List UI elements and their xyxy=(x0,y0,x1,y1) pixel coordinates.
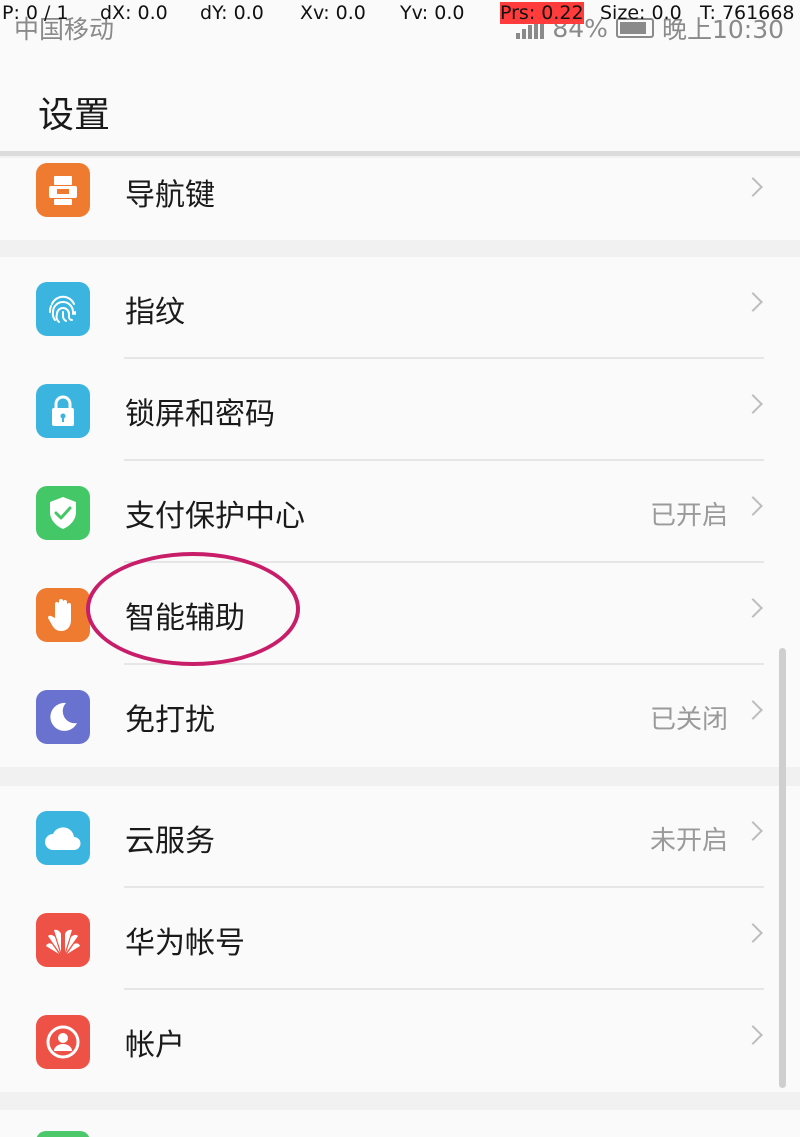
status-text: 已关闭 xyxy=(649,705,728,735)
settings-header: 设置 xyxy=(0,48,800,156)
settings-group-security: 指纹 锁屏和密码 支付保护中心 已开启 智能辅助 免打扰 已关闭 xyxy=(0,257,800,767)
account-icon xyxy=(36,1015,90,1069)
debug-size: Size: 0.0 xyxy=(600,2,682,24)
settings-item-do-not-disturb[interactable]: 免打扰 已关闭 xyxy=(0,665,800,767)
settings-item-label: 锁屏和密码 xyxy=(125,397,275,432)
chevron-right-icon xyxy=(743,923,763,943)
page-title: 设置 xyxy=(38,95,111,136)
status-text: 未开启 xyxy=(649,826,728,856)
settings-item-label: 免打扰 xyxy=(125,703,215,738)
settings-item-smart-assistance[interactable]: 智能辅助 xyxy=(0,563,800,665)
settings-item-label: 指纹 xyxy=(125,295,185,330)
huawei-logo-icon xyxy=(36,913,90,967)
settings-group-accounts: 云服务 未开启 华为帐号 帐户 xyxy=(0,786,800,1092)
hand-icon xyxy=(36,588,90,642)
settings-group-next xyxy=(0,1110,800,1137)
settings-item-label: 导航键 xyxy=(125,178,215,213)
settings-item-label: 帐户 xyxy=(125,1028,185,1063)
settings-item-navigation-key[interactable]: 导航键 xyxy=(0,158,800,240)
shield-check-icon xyxy=(36,486,90,540)
debug-yv: Yv: 0.0 xyxy=(400,2,465,24)
debug-time: T: 761668 xyxy=(700,2,795,24)
settings-item-payment-protection[interactable]: 支付保护中心 已开启 xyxy=(0,461,800,563)
scrollbar[interactable] xyxy=(779,648,786,1088)
status-text: 已开启 xyxy=(649,501,728,531)
debug-dx: dX: 0.0 xyxy=(100,2,168,24)
settings-group-system: 导航键 xyxy=(0,158,800,240)
debug-dy: dY: 0.0 xyxy=(200,2,264,24)
settings-item-huawei-id[interactable]: 华为帐号 xyxy=(0,888,800,990)
debug-pressure: Prs: 0.22 xyxy=(500,2,584,24)
pointer-debug-overlay: P: 0 / 1 dX: 0.0 dY: 0.0 Xv: 0.0 Yv: 0.0… xyxy=(0,0,800,30)
settings-item-cloud-service[interactable]: 云服务 未开启 xyxy=(0,786,800,888)
chevron-right-icon xyxy=(743,177,763,197)
settings-item-label: 云服务 xyxy=(125,824,215,859)
settings-item-label: 华为帐号 xyxy=(125,926,245,961)
settings-item-accounts[interactable]: 帐户 xyxy=(0,990,800,1092)
debug-pointer-count: P: 0 / 1 xyxy=(2,2,69,24)
chevron-right-icon xyxy=(743,700,763,720)
settings-item-label: 智能辅助 xyxy=(125,601,245,636)
chevron-right-icon xyxy=(743,394,763,414)
lock-icon xyxy=(36,384,90,438)
settings-item-label: 支付保护中心 xyxy=(125,499,305,534)
chevron-right-icon xyxy=(743,598,763,618)
navigation-key-icon xyxy=(36,163,90,217)
chevron-right-icon xyxy=(743,821,763,841)
next-item-icon xyxy=(36,1131,90,1137)
chevron-right-icon xyxy=(743,292,763,312)
cloud-icon xyxy=(36,811,90,865)
fingerprint-icon xyxy=(36,282,90,336)
settings-item-fingerprint[interactable]: 指纹 xyxy=(0,257,800,359)
debug-xv: Xv: 0.0 xyxy=(300,2,366,24)
chevron-right-icon xyxy=(743,496,763,516)
moon-icon xyxy=(36,690,90,744)
settings-item-lockscreen-password[interactable]: 锁屏和密码 xyxy=(0,359,800,461)
chevron-right-icon xyxy=(743,1025,763,1045)
